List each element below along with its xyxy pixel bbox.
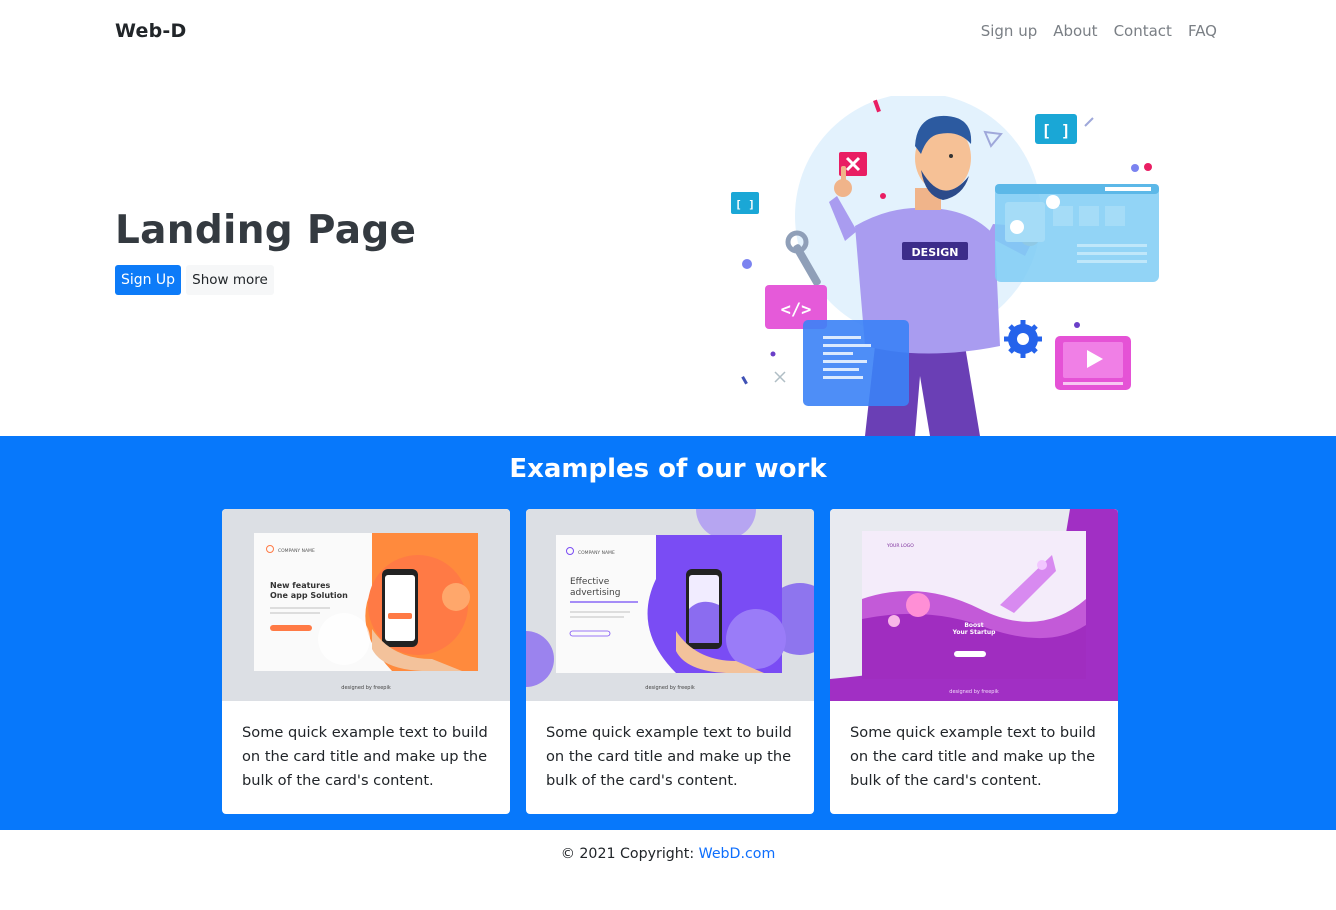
svg-text:</>: </> [781,300,812,320]
brand-logo[interactable]: Web-D [115,20,186,42]
svg-text:COMPANY NAME: COMPANY NAME [578,550,615,556]
confetti-shape [774,371,786,383]
nav-link-about[interactable]: About [1053,22,1097,40]
confetti-shape [770,351,776,357]
work-title: Examples of our work [509,454,827,484]
svg-text:[ ]: [ ] [735,198,755,211]
nav-links: Sign up About Contact FAQ [981,22,1217,40]
confetti-shape [880,193,886,199]
svg-text:Boost: Boost [964,622,983,629]
browser-window-panel [995,184,1159,282]
document-panel [803,320,909,406]
work-card-1[interactable]: COMPANY NAME New features One app Soluti… [222,509,510,814]
svg-text:designed by freepik: designed by freepik [341,685,391,691]
card-image-2: COMPANY NAME Effective advertising desig… [526,509,814,701]
svg-text:designed by freepik: designed by freepik [645,685,695,691]
nav-link-faq[interactable]: FAQ [1188,22,1217,40]
card-image-1: COMPANY NAME New features One app Soluti… [222,509,510,701]
svg-text:advertising: advertising [570,588,620,598]
footer: © 2021 Copyright: WebD.com [0,846,1336,862]
shirt-label-text: DESIGN [912,246,959,259]
confetti-shape [1074,322,1080,328]
svg-text:One app Solution: One app Solution [270,591,348,600]
confetti-shape [741,376,748,385]
confetti-shape [1144,163,1152,171]
svg-text:Your Startup: Your Startup [952,629,997,636]
work-card-3[interactable]: YOUR LOGO Boost Your Startup designed by… [830,509,1118,814]
svg-text:New features: New features [270,581,330,590]
bracket-tag-icon: [ ] [1035,114,1077,144]
svg-text:Effective: Effective [570,577,610,587]
footer-copyright: © 2021 Copyright: [560,846,699,862]
svg-text:YOUR LOGO: YOUR LOGO [886,543,914,549]
video-player-icon [1055,336,1131,390]
card-text-2: Some quick example text to build on the … [546,724,792,789]
confetti-shape [1084,117,1094,127]
card-text-1: Some quick example text to build on the … [242,724,488,789]
confetti-shape [1131,164,1139,172]
navbar: Web-D Sign up About Contact FAQ [0,0,1336,64]
nav-link-sign-up[interactable]: Sign up [981,22,1038,40]
show-more-button[interactable]: Show more [186,265,274,295]
card-image-3: YOUR LOGO Boost Your Startup designed by… [830,509,1118,701]
confetti-shape [742,259,752,269]
sign-up-button[interactable]: Sign Up [115,265,181,295]
svg-text:COMPANY NAME: COMPANY NAME [278,548,315,554]
hero-title: Landing Page [115,208,417,253]
card-text-3: Some quick example text to build on the … [850,724,1096,789]
bracket-tag-small-icon: [ ] [731,192,759,214]
work-section: Examples of our work COMPANY NAME New fe… [0,436,1336,830]
footer-link[interactable]: WebD.com [699,846,776,862]
svg-text:[ ]: [ ] [1042,121,1071,140]
nav-link-contact[interactable]: Contact [1114,22,1172,40]
work-card-2[interactable]: COMPANY NAME Effective advertising desig… [526,509,814,814]
hero-illustration: [ ] [ ] DESIGN </> [731,96,1159,436]
gear-icon [1004,320,1042,358]
svg-text:designed by freepik: designed by freepik [949,689,999,695]
